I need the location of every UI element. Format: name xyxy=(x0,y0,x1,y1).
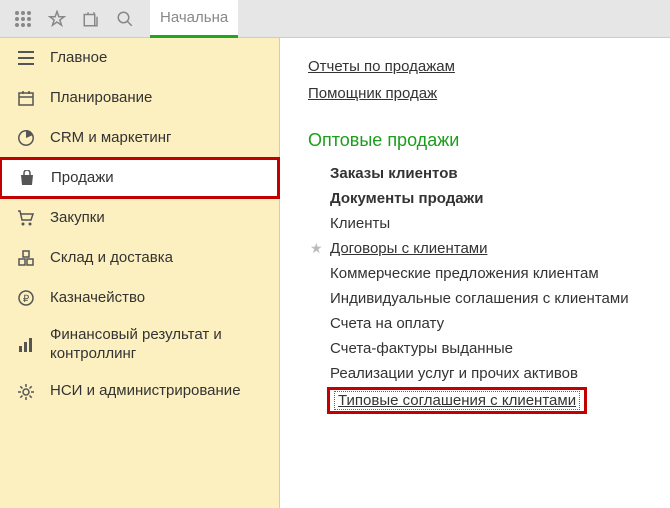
pie-icon xyxy=(14,128,38,148)
sidebar-item-label: Склад и доставка xyxy=(50,249,265,268)
sidebar-item-treasury[interactable]: ₽ Казначейство xyxy=(0,278,279,318)
star-icon: ★ xyxy=(310,240,323,257)
apps-icon[interactable] xyxy=(6,4,40,34)
tab-label: Начальна xyxy=(160,9,228,26)
section-title-wholesale: Оптовые продажи xyxy=(308,130,670,151)
sidebar-item-purchases[interactable]: Закупки xyxy=(0,198,279,238)
sidebar-item-label: Казначейство xyxy=(50,289,265,308)
link-clients[interactable]: Клиенты xyxy=(330,215,390,232)
cart-icon xyxy=(14,208,38,228)
sidebar-item-label: Финансовый результат и контроллинг xyxy=(50,326,265,364)
sidebar-item-planning[interactable]: Планирование xyxy=(0,78,279,118)
sidebar-item-label: Главное xyxy=(50,49,265,68)
link-sales-assistant[interactable]: Помощник продаж xyxy=(308,85,670,102)
ruble-icon: ₽ xyxy=(14,288,38,308)
wholesale-links: Заказы клиентов Документы продажи Клиент… xyxy=(308,165,670,411)
content-panel: Отчеты по продажам Помощник продаж Оптов… xyxy=(280,38,670,508)
bag-icon xyxy=(15,168,39,188)
sidebar-item-label: CRM и маркетинг xyxy=(50,129,265,148)
link-typical-agreements[interactable]: Типовые соглашения с клиентами xyxy=(334,391,580,410)
bars-icon xyxy=(14,335,38,355)
topbar: Начальна xyxy=(0,0,670,38)
content-top-links: Отчеты по продажам Помощник продаж xyxy=(308,58,670,102)
link-individual-agreements[interactable]: Индивидуальные соглашения с клиентами xyxy=(330,290,629,307)
link-invoices-issued[interactable]: Счета-фактуры выданные xyxy=(330,340,513,357)
sidebar-item-crm[interactable]: CRM и маркетинг xyxy=(0,118,279,158)
sidebar-item-label: Продажи xyxy=(51,169,264,188)
link-services-sales[interactable]: Реализации услуг и прочих активов xyxy=(330,365,578,382)
sidebar-item-label: Закупки xyxy=(50,209,265,228)
star-icon[interactable] xyxy=(40,4,74,34)
history-icon[interactable] xyxy=(74,4,108,34)
link-client-orders[interactable]: Заказы клиентов xyxy=(330,165,458,182)
tab-start-page[interactable]: Начальна xyxy=(150,0,238,38)
sidebar-item-warehouse[interactable]: Склад и доставка xyxy=(0,238,279,278)
link-sales-reports[interactable]: Отчеты по продажам xyxy=(308,58,670,75)
menu-icon xyxy=(14,48,38,68)
sidebar-item-label: Планирование xyxy=(50,89,265,108)
link-invoices[interactable]: Счета на оплату xyxy=(330,315,444,332)
link-sales-documents[interactable]: Документы продажи xyxy=(330,190,483,207)
gear-icon xyxy=(14,382,38,402)
sidebar-item-main[interactable]: Главное xyxy=(0,38,279,78)
sidebar-item-finance[interactable]: Финансовый результат и контроллинг xyxy=(0,318,279,372)
search-icon[interactable] xyxy=(108,4,142,34)
highlight-typical-agreements: Типовые соглашения с клиентами xyxy=(330,390,584,411)
box-icon xyxy=(14,248,38,268)
link-commercial-offers[interactable]: Коммерческие предложения клиентам xyxy=(330,265,599,282)
link-client-contracts[interactable]: Договоры с клиентами xyxy=(330,240,487,257)
sidebar-item-label: НСИ и администрирование xyxy=(50,382,265,401)
main-area: Главное Планирование CRM и маркетинг Про… xyxy=(0,38,670,508)
svg-text:₽: ₽ xyxy=(23,294,30,305)
sidebar-item-admin[interactable]: НСИ и администрирование xyxy=(0,372,279,412)
calendar-icon xyxy=(14,88,38,108)
sidebar-item-sales[interactable]: Продажи xyxy=(0,158,279,198)
sidebar: Главное Планирование CRM и маркетинг Про… xyxy=(0,38,280,508)
